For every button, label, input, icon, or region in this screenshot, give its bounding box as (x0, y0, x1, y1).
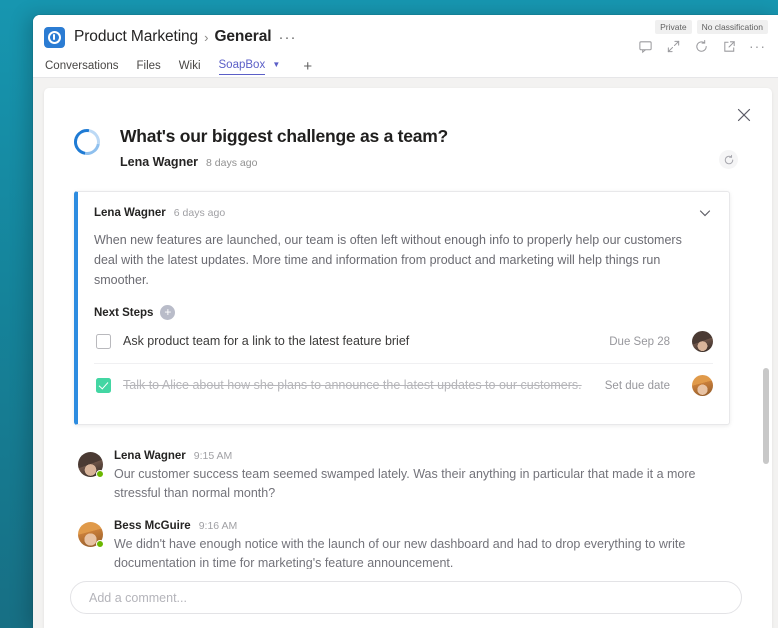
summary-card: Lena Wagner 6 days ago When new features… (74, 191, 730, 425)
badge-classification: No classification (696, 20, 768, 34)
breadcrumb-channel[interactable]: General (214, 28, 271, 46)
comment-text: Our customer success team seemed swamped… (114, 467, 696, 500)
comment-author: Lena Wagner (114, 450, 186, 462)
desktop-backdrop: Product Marketing › General ··· Conversa… (0, 0, 778, 628)
chevron-down-icon[interactable]: ▼ (272, 58, 280, 72)
breadcrumb-team[interactable]: Product Marketing (74, 28, 198, 46)
chat-icon[interactable] (638, 39, 653, 54)
next-steps-label: Next Steps (94, 306, 154, 319)
comment-author: Bess McGuire (114, 520, 191, 532)
comment-list: Lena Wagner 9:15 AM Our customer success… (78, 441, 738, 581)
summary-author: Lena Wagner (94, 207, 166, 219)
chevron-down-icon[interactable] (697, 205, 713, 221)
tab-conversations-label: Conversations (45, 60, 119, 72)
header-badges: Private No classification (655, 20, 768, 34)
page-title: What's our biggest challenge as a team? (120, 126, 448, 146)
tab-files[interactable]: Files (136, 59, 170, 77)
presence-available-icon (96, 540, 104, 548)
task-label: Talk to Alice about how she plans to ann… (123, 378, 582, 392)
open-in-new-icon[interactable] (722, 39, 737, 54)
item-author: Lena Wagner (120, 155, 199, 169)
comment-timestamp: 9:16 AM (198, 520, 238, 532)
next-steps-header: Next Steps + (94, 305, 713, 320)
task-label: Ask product team for a link to the lates… (123, 334, 410, 348)
summary-body-text: When new features are launched, our team… (94, 233, 682, 287)
table-row[interactable]: Ask product team for a link to the lates… (94, 320, 713, 363)
app-window: Product Marketing › General ··· Conversa… (33, 15, 778, 628)
header-icon-row: ··· (638, 39, 768, 54)
header-right-cluster: Private No classification ··· (638, 20, 768, 54)
refresh-icon[interactable] (694, 39, 709, 54)
add-tab-button[interactable]: + (297, 59, 318, 77)
comment-bar (44, 569, 772, 628)
item-meta: Lena Wagner 8 days ago (120, 155, 742, 169)
scrollbar-thumb[interactable] (763, 368, 769, 464)
avatar[interactable] (78, 522, 104, 548)
summary-card-header: Lena Wagner 6 days ago (94, 205, 713, 221)
summary-timestamp: 6 days ago (173, 207, 226, 219)
add-next-step-button[interactable]: + (160, 305, 176, 320)
list-item: Lena Wagner 9:15 AM Our customer success… (78, 441, 738, 511)
comment-timestamp: 9:15 AM (193, 450, 233, 462)
tab-wiki-label: Wiki (178, 60, 201, 72)
app-logo-icon (44, 26, 65, 48)
task-checkbox[interactable] (96, 334, 111, 349)
tab-wiki[interactable]: Wiki (178, 59, 210, 77)
history-refresh-icon[interactable] (719, 150, 738, 169)
comment-text: We didn't have enough notice with the la… (114, 537, 686, 570)
avatar[interactable] (78, 452, 104, 478)
avatar[interactable] (692, 375, 713, 396)
item-header: What's our biggest challenge as a team? … (68, 110, 742, 169)
item-timestamp: 8 days ago (206, 157, 258, 169)
task-due-date[interactable]: Set due date (605, 380, 670, 392)
breadcrumb-separator-icon: › (204, 29, 209, 45)
scrollbar[interactable] (763, 100, 770, 628)
tab-soapbox[interactable]: SoapBox ▼ (218, 58, 290, 77)
add-comment-input[interactable] (70, 581, 742, 614)
tab-files-label: Files (136, 60, 161, 72)
channel-more-options-icon[interactable]: ··· (278, 30, 296, 45)
body-area: What's our biggest challenge as a team? … (33, 78, 778, 628)
app-header: Product Marketing › General ··· Conversa… (33, 15, 778, 78)
content-panel: What's our biggest challenge as a team? … (44, 88, 772, 628)
avatar[interactable] (692, 331, 713, 352)
table-row[interactable]: Talk to Alice about how she plans to ann… (94, 363, 713, 407)
expand-icon[interactable] (666, 39, 681, 54)
badge-private: Private (655, 20, 692, 34)
tab-bar: Conversations Files Wiki SoapBox ▼ + (44, 53, 778, 77)
more-options-icon[interactable]: ··· (749, 39, 765, 54)
presence-available-icon (96, 470, 104, 478)
task-due-date[interactable]: Due Sep 28 (609, 336, 670, 348)
task-checkbox[interactable] (96, 378, 111, 393)
tab-soapbox-label: SoapBox (218, 59, 266, 75)
tab-conversations[interactable]: Conversations (44, 59, 128, 77)
progress-ring-icon (68, 123, 106, 161)
